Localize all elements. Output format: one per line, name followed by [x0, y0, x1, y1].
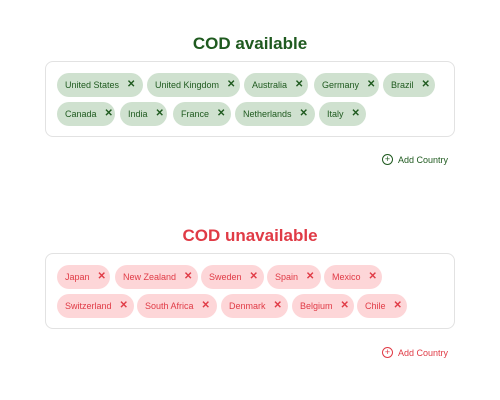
cod-unavailable-title: COD unavailable [182, 226, 318, 245]
cod-available-panel: United States ✕ United Kingdom ✕ Austral… [45, 61, 455, 137]
remove-icon[interactable]: ✕ [274, 301, 282, 311]
country-chip-label: United States [65, 80, 120, 90]
country-chip: Mexico ✕ [324, 265, 382, 289]
country-chip-label: United Kingdom [155, 80, 220, 90]
cod-unavailable-panel: Japan ✕ New Zealand ✕ Sweden ✕ Spain ✕ M… [45, 253, 455, 329]
country-chip-label: Sweden [209, 272, 242, 282]
add-country-button[interactable]: + Add Country [382, 347, 448, 358]
remove-icon[interactable]: ✕ [127, 80, 135, 90]
remove-icon[interactable]: ✕ [184, 272, 192, 282]
remove-icon[interactable]: ✕ [341, 301, 349, 311]
remove-icon[interactable]: ✕ [98, 272, 106, 282]
country-chip-label: Australia [252, 80, 288, 90]
remove-icon[interactable]: ✕ [202, 301, 210, 311]
country-chip: India ✕ [120, 102, 167, 126]
country-chip: Chile ✕ [357, 294, 407, 318]
country-chip-label: Brazil [391, 80, 414, 90]
country-chip: Australia ✕ [244, 73, 308, 97]
remove-icon[interactable]: ✕ [217, 109, 225, 119]
country-chip: United States ✕ [57, 73, 143, 97]
remove-icon[interactable]: ✕ [422, 80, 430, 90]
country-chip-label: New Zealand [123, 272, 177, 282]
remove-icon[interactable]: ✕ [250, 272, 258, 282]
country-chip: Switzerland ✕ [57, 294, 134, 318]
country-chip: Belgium ✕ [292, 294, 354, 318]
country-chip-label: France [181, 109, 210, 119]
country-chip-label: Chile [365, 301, 386, 311]
country-chip: Netherlands ✕ [235, 102, 315, 126]
plus-circle-icon: + [382, 154, 393, 165]
country-chip-label: Germany [322, 80, 360, 90]
remove-icon[interactable]: ✕ [367, 80, 375, 90]
country-chip: United Kingdom ✕ [147, 73, 240, 97]
country-chip-label: Italy [327, 109, 344, 119]
remove-icon[interactable]: ✕ [352, 109, 360, 119]
remove-icon[interactable]: ✕ [105, 109, 113, 119]
add-country-button[interactable]: + Add Country [382, 154, 448, 165]
country-chip: Canada ✕ [57, 102, 115, 126]
add-country-label: Add Country [398, 154, 449, 165]
country-chip-label: Canada [65, 109, 97, 119]
country-chip: Germany ✕ [314, 73, 379, 97]
remove-icon[interactable]: ✕ [306, 272, 314, 282]
plus-circle-icon: + [382, 347, 393, 358]
cod-available-title: COD available [192, 34, 308, 53]
country-chip-label: Denmark [229, 301, 266, 311]
remove-icon[interactable]: ✕ [227, 80, 235, 90]
add-country-label: Add Country [398, 347, 449, 358]
remove-icon[interactable]: ✕ [295, 80, 303, 90]
remove-icon[interactable]: ✕ [300, 109, 308, 119]
country-chip-label: India [128, 109, 148, 119]
country-chip-label: Spain [275, 272, 299, 282]
country-chip: Sweden ✕ [201, 265, 264, 289]
country-chip-label: Switzerland [65, 301, 112, 311]
country-chip: South Africa ✕ [137, 294, 217, 318]
remove-icon[interactable]: ✕ [369, 272, 377, 282]
country-chip: France ✕ [173, 102, 231, 126]
remove-icon[interactable]: ✕ [394, 301, 402, 311]
country-chip: Brazil ✕ [383, 73, 435, 97]
country-chip: Japan ✕ [57, 265, 110, 289]
country-chip-label: Netherlands [243, 109, 292, 119]
country-chip-label: Belgium [300, 301, 333, 311]
remove-icon[interactable]: ✕ [120, 301, 128, 311]
country-chip: New Zealand ✕ [115, 265, 198, 289]
country-chip-label: Mexico [332, 272, 361, 282]
country-chip-label: Japan [65, 272, 90, 282]
country-chip: Denmark ✕ [221, 294, 288, 318]
remove-icon[interactable]: ✕ [156, 109, 164, 119]
country-chip: Italy ✕ [319, 102, 366, 126]
country-chip: Spain ✕ [267, 265, 321, 289]
country-chip-label: South Africa [145, 301, 194, 311]
